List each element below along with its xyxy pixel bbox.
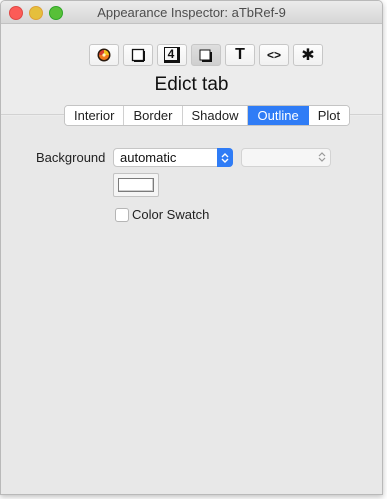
square-frame-icon	[131, 48, 145, 62]
background-select-value: automatic	[120, 150, 177, 165]
gear-icon: ✱	[301, 47, 315, 64]
number-tool-button[interactable]: 4	[157, 44, 187, 66]
shadow-square-icon	[199, 49, 212, 62]
inspector-toolbar: 4 T <> ✱	[89, 44, 327, 66]
title-bar[interactable]: Appearance Inspector: aTbRef-9	[1, 1, 382, 24]
inspector-heading: Edict tab	[154, 74, 229, 95]
secondary-select[interactable]	[241, 148, 331, 167]
tab-outline[interactable]: Outline	[248, 106, 309, 125]
select-arrows-icon	[217, 148, 233, 167]
settings-tool-button[interactable]: ✱	[293, 44, 323, 66]
color-well[interactable]	[113, 173, 159, 197]
tab-plot[interactable]: Plot	[308, 106, 350, 125]
text-icon: T	[235, 46, 245, 63]
background-label: Background	[36, 150, 106, 165]
window-title: Appearance Inspector: aTbRef-9	[97, 5, 286, 20]
select-arrows-icon	[318, 151, 326, 166]
color-well-preview	[118, 178, 154, 192]
color-swatch-label[interactable]: Color Swatch	[132, 207, 209, 222]
tab-border[interactable]: Border	[124, 106, 183, 125]
inspector-window: Appearance Inspector: aTbRef-9 4 T <> ✱ …	[0, 0, 383, 495]
color-wheel-tool-button[interactable]	[89, 44, 119, 66]
shadow-tool-button[interactable]	[191, 44, 221, 66]
border-tool-button[interactable]	[123, 44, 153, 66]
tab-bar: Interior Border Shadow Outline Plot	[64, 105, 351, 126]
color-swatch-checkbox[interactable]	[115, 208, 129, 222]
color-wheel-icon	[97, 48, 111, 62]
inspector-header	[1, 24, 382, 116]
text-tool-button[interactable]: T	[225, 44, 255, 66]
tab-shadow[interactable]: Shadow	[182, 106, 249, 125]
code-tool-button[interactable]: <>	[259, 44, 289, 66]
number-badge-icon: 4	[163, 47, 181, 63]
tab-interior[interactable]: Interior	[65, 106, 125, 125]
code-brackets-icon: <>	[266, 48, 281, 62]
background-select[interactable]: automatic	[113, 148, 233, 167]
